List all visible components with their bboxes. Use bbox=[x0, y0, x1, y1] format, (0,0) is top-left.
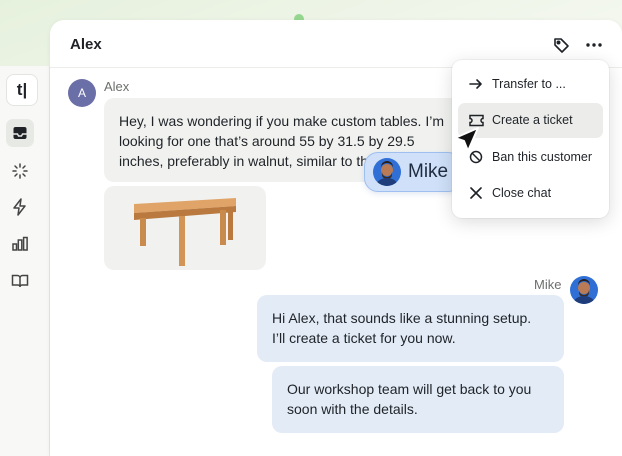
customer-name: Alex bbox=[104, 79, 130, 94]
more-icon[interactable] bbox=[584, 35, 604, 55]
agent-name: Mike bbox=[534, 277, 562, 292]
app-logo[interactable]: t| bbox=[6, 74, 38, 106]
chat-title: Alex bbox=[70, 36, 102, 53]
menu-item-label: Transfer to ... bbox=[492, 76, 566, 91]
menu-item-label: Create a ticket bbox=[492, 113, 573, 127]
agent-tag-avatar bbox=[373, 158, 401, 186]
table-image-attachment[interactable] bbox=[104, 186, 266, 270]
bolt-icon[interactable] bbox=[6, 193, 34, 221]
message-line: I’ll create a ticket for you now. bbox=[272, 330, 456, 346]
reports-icon[interactable] bbox=[6, 230, 34, 258]
menu-item-transfer[interactable]: Transfer to ... bbox=[458, 66, 603, 101]
agent-tag-label: Mike bbox=[408, 161, 449, 182]
customer-avatar: A bbox=[68, 79, 96, 107]
message-line: looking for one that’s around 55 by 31.5… bbox=[119, 133, 415, 149]
agent-tag-chip[interactable]: Mike bbox=[364, 152, 462, 192]
message-line: Our workshop team will get back to you bbox=[287, 381, 532, 397]
menu-item-label: Ban this customer bbox=[492, 149, 593, 164]
inbox-icon[interactable] bbox=[6, 119, 34, 147]
agent-message: Hi Alex, that sounds like a stunning set… bbox=[257, 295, 564, 362]
message-line: soon with the details. bbox=[287, 401, 418, 417]
agent-message: Our workshop team will get back to you s… bbox=[272, 366, 564, 433]
menu-item-label: Close chat bbox=[492, 186, 552, 200]
wooden-table-image bbox=[134, 198, 236, 266]
agent-avatar bbox=[570, 276, 598, 304]
tag-icon[interactable] bbox=[551, 35, 571, 55]
sparkle-icon[interactable] bbox=[6, 157, 34, 185]
message-line: Hi Alex, that sounds like a stunning set… bbox=[272, 310, 532, 326]
menu-item-close-chat[interactable]: Close chat bbox=[458, 176, 603, 211]
book-icon[interactable] bbox=[6, 267, 34, 295]
message-line: Hey, I was wondering if you make custom … bbox=[119, 113, 444, 129]
close-icon bbox=[468, 185, 484, 201]
arrow-right-icon bbox=[468, 76, 484, 92]
mouse-cursor-icon bbox=[454, 127, 479, 152]
